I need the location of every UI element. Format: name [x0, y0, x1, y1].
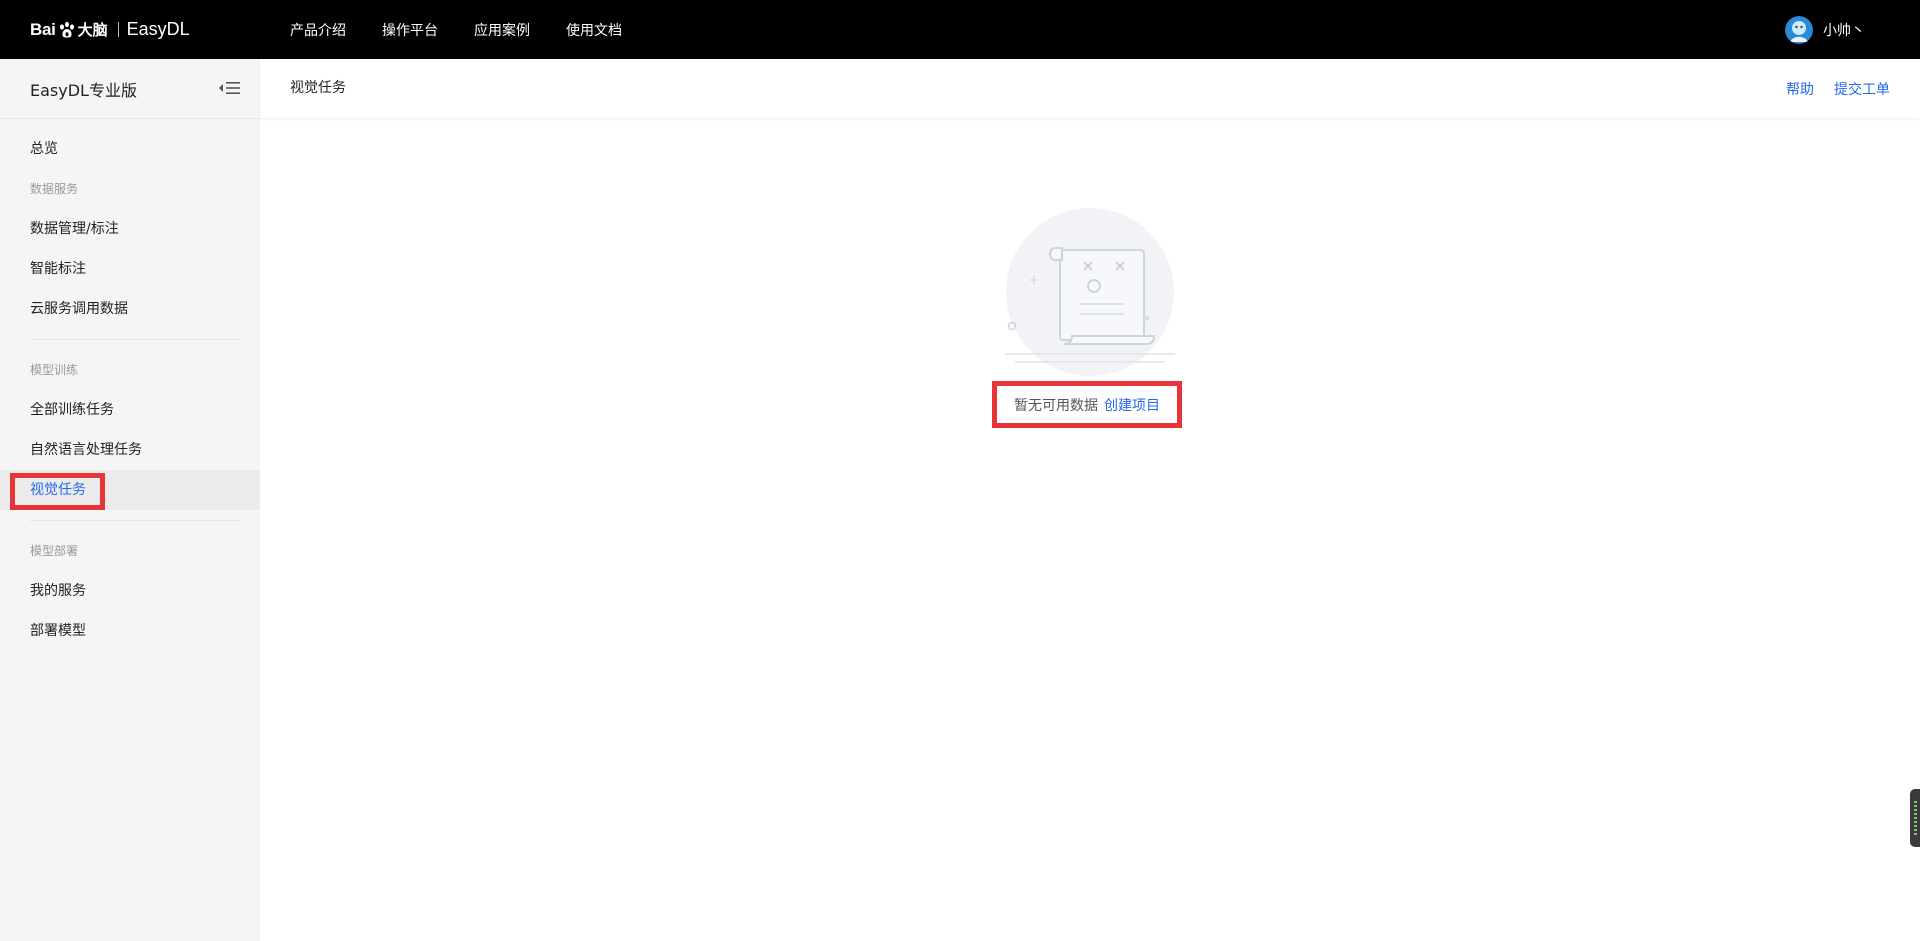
top-nav: 产品介绍 操作平台 应用案例 使用文档 — [290, 0, 658, 59]
sidebar-item-cloud-call-data[interactable]: 云服务调用数据 — [0, 289, 260, 329]
nav-product-intro[interactable]: 产品介绍 — [290, 20, 346, 40]
sidebar-title: EasyDL专业版 — [30, 80, 137, 100]
sidebar-group-data-service: 数据服务 — [30, 182, 79, 196]
sidebar: EasyDL专业版 总览 数据服务 数据管理/标注 智能标注 云服务调用数据 模… — [0, 59, 260, 941]
grip-icon — [1914, 801, 1917, 835]
sidebar-item-data-management[interactable]: 数据管理/标注 — [0, 209, 260, 249]
sidebar-group-model-deploy: 模型部署 — [30, 544, 79, 558]
sidebar-item-deploy-model[interactable]: 部署模型 — [0, 611, 260, 651]
logo-bai-text: Bai — [30, 19, 56, 39]
collapse-menu-icon[interactable] — [218, 79, 242, 101]
sidebar-group-model-training: 模型训练 — [30, 363, 79, 377]
header-links: 帮助 提交工单 — [1766, 59, 1890, 118]
username[interactable]: 小帅丶 — [1823, 20, 1865, 40]
sidebar-divider — [30, 520, 240, 521]
baidu-easydl-logo[interactable]: Bai 大脑 EasyDL — [30, 0, 190, 59]
top-navbar: Bai 大脑 EasyDL 产品介绍 操作平台 应用案例 使用文档 小帅丶 — [0, 0, 1920, 59]
logo-danao-text: 大脑 — [77, 21, 108, 39]
floating-side-tab[interactable] — [1910, 789, 1920, 847]
page-title: 视觉任务 — [290, 80, 346, 96]
logo-divider — [117, 22, 119, 37]
sidebar-item-nlp-tasks[interactable]: 自然语言处理任务 — [0, 430, 260, 470]
highlight-box — [10, 473, 105, 510]
paw-icon — [58, 21, 76, 39]
highlight-box: 暂无可用数据 创建项目 — [992, 381, 1182, 428]
sidebar-divider — [30, 339, 240, 340]
logo-product-text: EasyDL — [126, 19, 190, 39]
sidebar-item-my-services[interactable]: 我的服务 — [0, 571, 260, 611]
sidebar-item-smart-labeling[interactable]: 智能标注 — [0, 249, 260, 289]
help-link[interactable]: 帮助 — [1786, 79, 1814, 99]
create-project-link[interactable]: 创建项目 — [1104, 395, 1160, 415]
sidebar-header: EasyDL专业版 — [0, 59, 260, 118]
sidebar-menu: 总览 数据服务 数据管理/标注 智能标注 云服务调用数据 模型训练 全部训练任务… — [0, 119, 260, 651]
sidebar-item-vision-tasks[interactable]: 视觉任务 — [0, 470, 260, 510]
user-menu[interactable]: 小帅丶 — [1785, 0, 1865, 59]
nav-platform[interactable]: 操作平台 — [382, 20, 438, 40]
content-header: 视觉任务 帮助 提交工单 — [260, 59, 1920, 118]
nav-use-cases[interactable]: 应用案例 — [474, 20, 530, 40]
submit-ticket-link[interactable]: 提交工单 — [1834, 79, 1890, 99]
nav-docs[interactable]: 使用文档 — [566, 20, 622, 40]
sidebar-item-all-training-tasks[interactable]: 全部训练任务 — [0, 390, 260, 430]
sidebar-item-overview[interactable]: 总览 — [0, 129, 260, 169]
empty-message: 暂无可用数据 — [1014, 397, 1098, 414]
avatar[interactable] — [1785, 15, 1813, 44]
empty-document-icon — [1005, 208, 1175, 376]
